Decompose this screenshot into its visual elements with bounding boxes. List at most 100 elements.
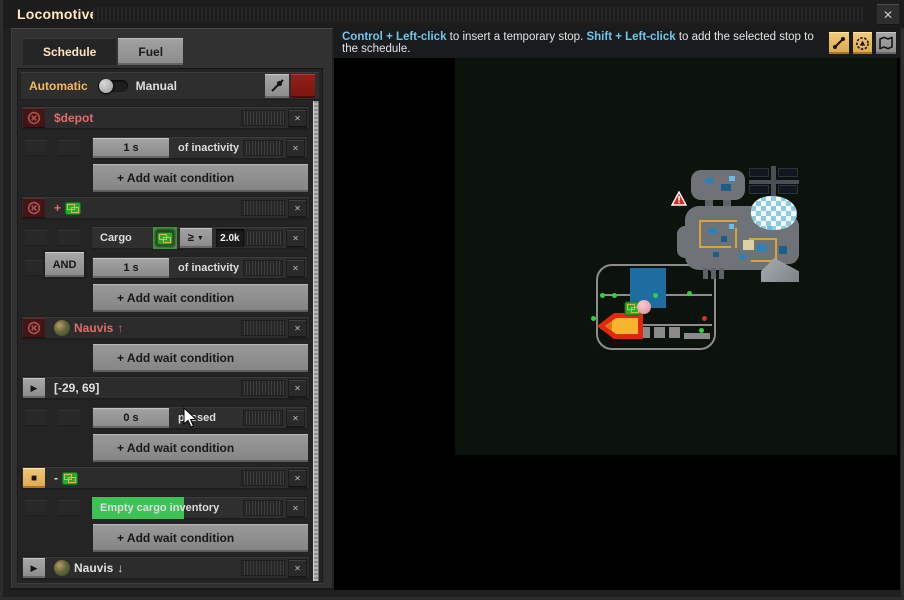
station-row-nauvis-down[interactable]: ▶ Nauvis↓ ✕: [22, 557, 309, 579]
rail-signal-green: [591, 316, 596, 321]
schedule-list: $depot ✕ 1 s of inactivity ✕ + Add wai: [22, 104, 309, 580]
and-connector-button[interactable]: AND: [45, 252, 84, 277]
station-error-icon[interactable]: [23, 198, 45, 218]
condition-slot: [25, 260, 47, 276]
remove-station-button[interactable]: ✕: [289, 470, 306, 487]
condition-drag-handle[interactable]: [243, 260, 283, 276]
schedule-frame: Automatic Manual: [17, 68, 323, 584]
schedule-scrollbar[interactable]: [313, 101, 319, 581]
chevron-down-icon: ▼: [197, 235, 204, 242]
condition-drag-handle[interactable]: [243, 140, 283, 156]
solar-panel: [778, 185, 798, 194]
time-value-button[interactable]: 1 s: [93, 138, 169, 158]
station-name: $depot: [54, 111, 93, 125]
add-wait-condition-button[interactable]: + Add wait condition: [93, 164, 308, 192]
add-wait-condition-button[interactable]: + Add wait condition: [93, 344, 308, 372]
mouse-cursor: [183, 407, 198, 428]
wait-condition-inactivity: 1 s of inactivity ✕: [92, 137, 307, 159]
nauvis-planet-icon: [54, 320, 70, 336]
station-name: Nauvis↓: [54, 560, 123, 576]
station-drag-handle[interactable]: [241, 200, 285, 216]
remove-station-button[interactable]: ✕: [289, 320, 306, 337]
station-error-icon[interactable]: [23, 318, 45, 338]
go-to-stop-button[interactable]: ▶: [23, 378, 45, 398]
close-button[interactable]: ✕: [877, 4, 899, 25]
station-drag-handle[interactable]: [241, 380, 285, 396]
remove-station-button[interactable]: ✕: [289, 560, 306, 577]
station-row-nauvis-up[interactable]: Nauvis↑ ✕: [22, 317, 309, 339]
train-map[interactable]: [334, 58, 900, 590]
station-row-plus-circuit[interactable]: + ✕: [22, 197, 309, 219]
dropper-icon: [270, 79, 284, 93]
station-row-coordinates[interactable]: ▶ [-29, 69] ✕: [22, 377, 309, 399]
tab-schedule[interactable]: Schedule: [23, 38, 116, 65]
wagon-marker: [684, 333, 710, 339]
wait-condition-inactivity: 1 s of inactivity ✕: [92, 257, 307, 279]
time-value-button[interactable]: 0 s: [93, 408, 169, 428]
rename-schedule-button[interactable]: [265, 74, 289, 98]
go-to-stop-button[interactable]: ▶: [23, 558, 45, 578]
electronic-circuit-icon: [157, 232, 173, 245]
tab-bar: Schedule Fuel: [23, 38, 183, 65]
rail-signal-green: [699, 328, 704, 333]
remove-station-button[interactable]: ✕: [289, 200, 306, 217]
station-error-icon[interactable]: [23, 108, 45, 128]
map-icon: [878, 36, 894, 50]
manual-label: Manual: [136, 79, 177, 93]
center-on-train-button[interactable]: [853, 32, 873, 54]
condition-drag-handle[interactable]: [244, 230, 283, 246]
nauvis-planet-icon: [54, 560, 70, 576]
toggle-map-view-button[interactable]: [876, 32, 896, 54]
add-wait-condition-button[interactable]: + Add wait condition: [93, 524, 308, 552]
wagon-marker: [654, 327, 665, 338]
rail-signal-red: [702, 316, 707, 321]
window-title: Locomotive: [17, 6, 98, 22]
station-drag-handle[interactable]: [241, 470, 285, 486]
station-row-minus-circuit[interactable]: ■ - ✕: [22, 467, 309, 489]
mode-toggle[interactable]: [98, 80, 128, 92]
condition-slot: [25, 230, 47, 246]
station-drag-handle[interactable]: [241, 560, 285, 576]
add-wait-condition-button[interactable]: + Add wait condition: [93, 434, 308, 462]
tab-fuel[interactable]: Fuel: [118, 38, 183, 65]
delete-schedule-button[interactable]: [291, 74, 315, 98]
condition-drag-handle[interactable]: [243, 410, 283, 426]
station-drag-handle[interactable]: [241, 320, 285, 336]
condition-slot: [58, 230, 80, 246]
remove-condition-button[interactable]: ✕: [287, 500, 304, 517]
condition-slot: [25, 500, 47, 516]
remove-condition-button[interactable]: ✕: [287, 140, 304, 157]
station-drag-handle[interactable]: [241, 110, 285, 126]
current-stop-button[interactable]: ■: [23, 468, 45, 488]
wagon-marker: [669, 327, 680, 338]
condition-label: of inactivity: [178, 262, 239, 274]
remove-condition-button[interactable]: ✕: [287, 230, 304, 247]
cargo-item-button[interactable]: [154, 228, 176, 248]
train-marker[interactable]: [597, 312, 645, 341]
solar-panel: [749, 185, 769, 194]
map-hint-bar: Control + Left-click to insert a tempora…: [334, 28, 900, 58]
remove-condition-button[interactable]: ✕: [287, 410, 304, 427]
automatic-label: Automatic: [29, 79, 88, 93]
remove-station-button[interactable]: ✕: [289, 380, 306, 397]
station-name: [-29, 69]: [54, 381, 99, 395]
condition-row: 1 s of inactivity ✕: [22, 137, 309, 159]
map-hint-text: Control + Left-click to insert a tempora…: [342, 31, 829, 55]
title-bar[interactable]: Locomotive ✕: [3, 0, 904, 28]
title-drag-handle[interactable]: [93, 7, 865, 22]
condition-slot: [58, 140, 80, 156]
temporary-stop-tool-button[interactable]: [829, 32, 849, 54]
rail-path-icon: [832, 36, 846, 50]
rail-signal-green: [612, 293, 617, 298]
add-wait-condition-button[interactable]: + Add wait condition: [93, 284, 308, 312]
station-name: -: [54, 471, 78, 485]
time-value-button[interactable]: 1 s: [93, 258, 169, 278]
electronic-circuit-icon: [62, 472, 78, 485]
cargo-amount-field[interactable]: 2.0k: [216, 229, 244, 247]
condition-label: Empty cargo inventory: [100, 502, 219, 514]
station-row-depot[interactable]: $depot ✕: [22, 107, 309, 129]
comparator-dropdown[interactable]: ≥▼: [180, 228, 213, 248]
remove-station-button[interactable]: ✕: [289, 110, 306, 127]
condition-drag-handle[interactable]: [243, 500, 283, 516]
remove-condition-button[interactable]: ✕: [287, 260, 304, 277]
